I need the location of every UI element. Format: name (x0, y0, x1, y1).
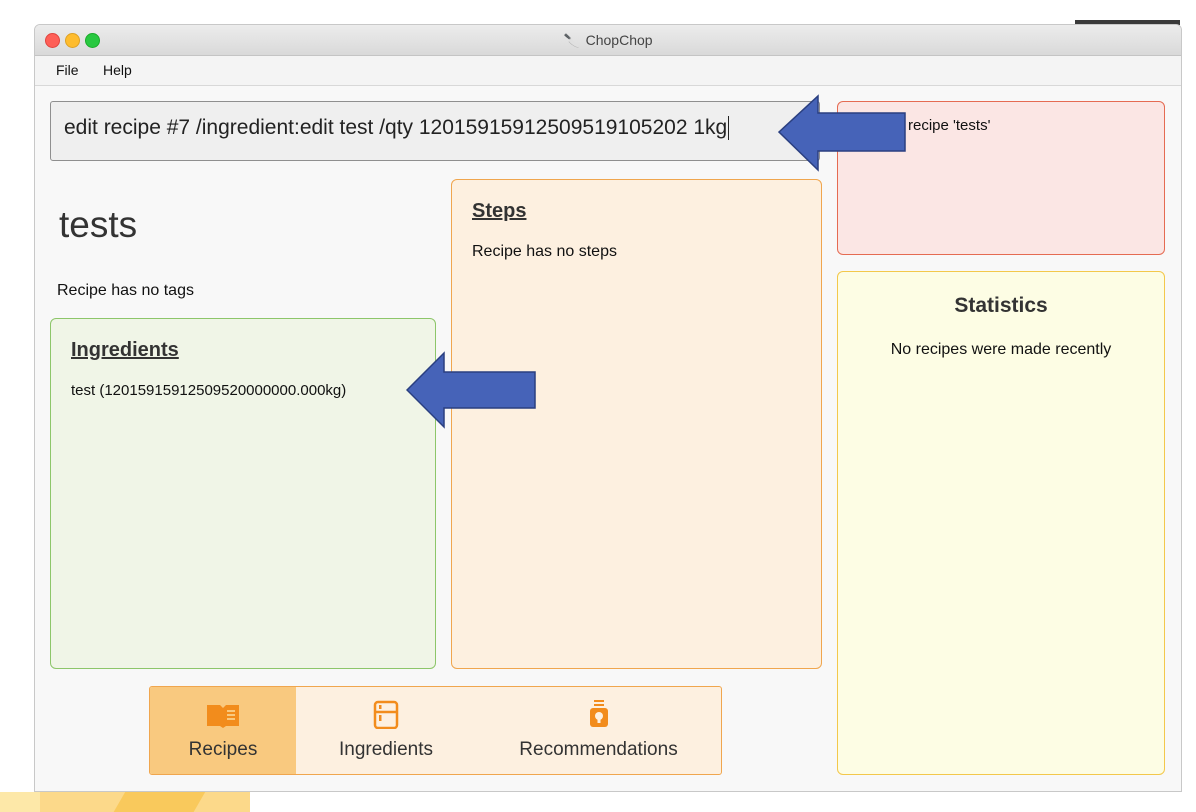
recipe-tags: Recipe has no tags (57, 282, 194, 299)
annotation-arrow-icon (406, 351, 536, 429)
tab-recommendations[interactable]: Recommendations (476, 687, 721, 774)
main-content: edit recipe #7 /ingredient:edit test /qt… (35, 86, 1181, 791)
fridge-icon (296, 699, 476, 730)
tab-bar: Recipes Ingredients Recommendations (149, 686, 722, 775)
statistics-empty-message: No recipes were made recently (890, 341, 1112, 358)
steps-empty-message: Recipe has no steps (472, 243, 617, 260)
annotation-arrow-icon (778, 94, 906, 172)
statistics-title: Statistics (954, 294, 1048, 317)
background-decoration (113, 790, 207, 812)
menu-bar: File Help (35, 56, 1181, 86)
ingredient-item: test (12015915912509520000000.000kg) (71, 382, 347, 399)
title-bar[interactable]: 🔪 ChopChop (35, 25, 1181, 56)
statistics-panel: Statistics No recipes were made recently (837, 271, 1165, 775)
tab-recipes-label: Recipes (188, 739, 258, 760)
menu-file[interactable]: File (56, 62, 79, 78)
jar-icon (476, 699, 721, 729)
window-title-text: ChopChop (585, 32, 653, 48)
ingredients-panel: Ingredients test (1201591591250952000000… (50, 318, 436, 669)
tab-recommendations-label: Recommendations (519, 739, 678, 760)
text-caret (728, 116, 730, 141)
recipe-title: tests (59, 204, 138, 245)
knife-icon: 🔪 (563, 33, 580, 48)
background-decoration (0, 792, 40, 812)
book-icon (150, 699, 296, 729)
result-message: recipe 'tests' (908, 117, 991, 134)
command-input[interactable]: edit recipe #7 /ingredient:edit test /qt… (50, 101, 820, 161)
tab-ingredients-label: Ingredients (338, 739, 433, 760)
steps-header: Steps (472, 200, 527, 222)
window-title: 🔪 ChopChop (35, 32, 1181, 49)
app-window: 🔪 ChopChop File Help edit recipe #7 /ingr… (34, 24, 1182, 792)
menu-help[interactable]: Help (103, 62, 132, 78)
tab-recipes[interactable]: Recipes (150, 687, 296, 774)
command-input-text: edit recipe #7 /ingredient:edit test /qt… (64, 116, 728, 139)
tab-ingredients[interactable]: Ingredients (296, 687, 476, 774)
ingredients-header: Ingredients (71, 339, 179, 361)
